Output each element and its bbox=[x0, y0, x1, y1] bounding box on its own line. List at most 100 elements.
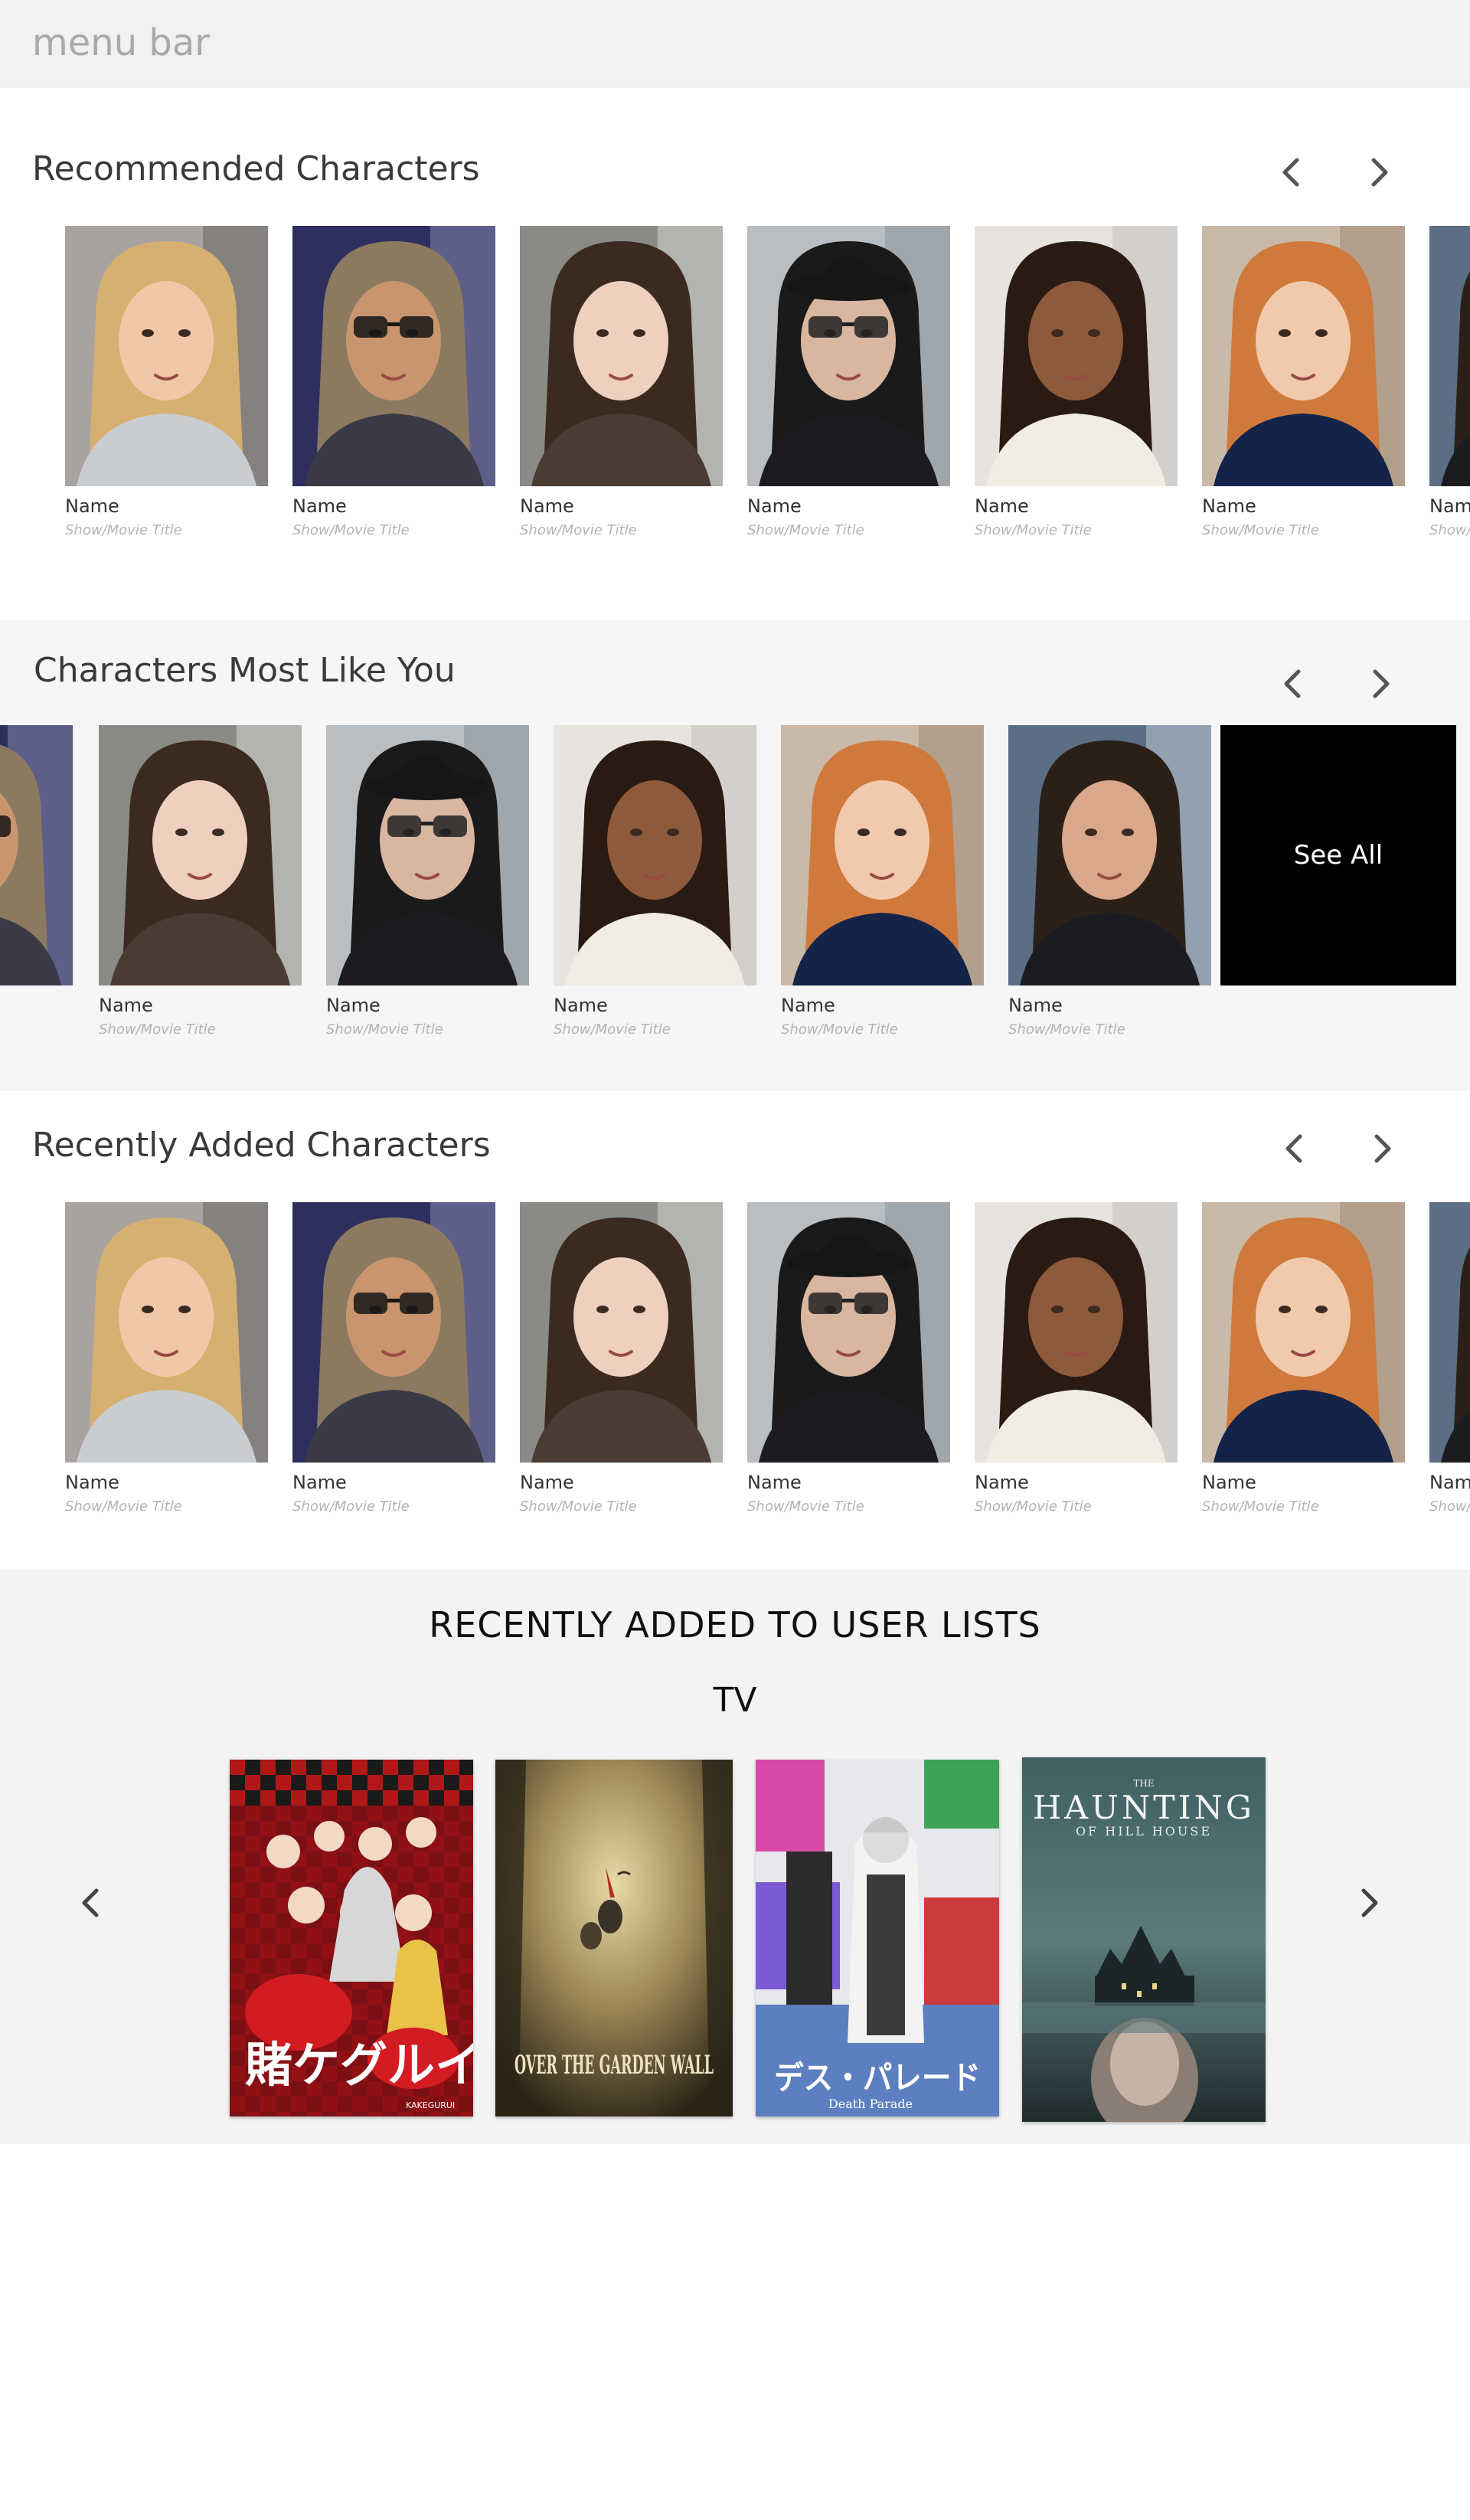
character-portrait bbox=[1429, 226, 1470, 486]
character-show-title: Show/Movie Title bbox=[292, 522, 410, 538]
poster-over-the-garden-wall[interactable]: OVER THE GARDEN WALL bbox=[495, 1760, 733, 2116]
svg-text:Death Parade: Death Parade bbox=[828, 2097, 913, 2111]
chevron-right-icon bbox=[1373, 669, 1390, 698]
character-portrait bbox=[520, 226, 723, 486]
character-name: Name bbox=[554, 995, 608, 1016]
character-show-title: Show/Movie Title bbox=[1202, 1499, 1319, 1515]
character-portrait bbox=[1202, 1202, 1405, 1463]
character-show-title: Show/Movie Title bbox=[1008, 1021, 1125, 1038]
character-portrait bbox=[747, 226, 950, 486]
character-show-title: Show/Movie Title bbox=[326, 1021, 443, 1038]
character-portrait bbox=[975, 226, 1178, 486]
character-name: Name bbox=[747, 495, 802, 517]
character-show-title: Show/Movie Title bbox=[554, 1021, 671, 1038]
carousel-prev-button[interactable] bbox=[1269, 149, 1315, 195]
character-name: Name bbox=[65, 495, 119, 517]
character-show-title: Show/Movie Title bbox=[747, 522, 864, 538]
carousel-prev-button[interactable] bbox=[69, 1880, 115, 1926]
character-portrait bbox=[326, 725, 529, 985]
character-name: Name bbox=[326, 995, 381, 1016]
character-portrait bbox=[1008, 725, 1211, 985]
character-portrait bbox=[292, 226, 495, 486]
character-name: Name bbox=[1008, 995, 1063, 1016]
character-show-title: Show/Movie Title bbox=[1429, 522, 1470, 538]
character-portrait bbox=[554, 725, 756, 985]
character-name: Name bbox=[1429, 1472, 1470, 1493]
character-name: Name bbox=[292, 1472, 347, 1493]
character-portrait bbox=[99, 725, 302, 985]
poster-kakegurui-art: 賭ケグルイ KAKEGURUI bbox=[230, 1760, 473, 2116]
menu-bar: menu bar bbox=[0, 0, 1470, 88]
chevron-left-icon bbox=[1285, 1134, 1302, 1163]
character-show-title: Show/Movie Title bbox=[99, 1021, 216, 1038]
carousel-prev-button[interactable] bbox=[1272, 1126, 1318, 1172]
svg-text:OVER THE GARDEN WALL: OVER THE GARDEN WALL bbox=[514, 2050, 714, 2080]
svg-text:デス・パレード: デス・パレード bbox=[774, 2059, 981, 2097]
character-show-title: Show/Movie Title bbox=[292, 1499, 410, 1515]
section-title: Recently Added Characters bbox=[32, 1126, 491, 1165]
character-portrait bbox=[65, 1202, 268, 1463]
character-name: Name bbox=[747, 1472, 802, 1493]
character-name: Name bbox=[520, 1472, 574, 1493]
poster-kakegurui[interactable]: 賭ケグルイ KAKEGURUI bbox=[230, 1760, 473, 2116]
character-portrait bbox=[65, 226, 268, 486]
character-show-title: Show/Movie Title bbox=[65, 522, 182, 538]
character-name: Name bbox=[65, 1472, 119, 1493]
svg-text:賭ケグルイ: 賭ケグルイ bbox=[245, 2037, 473, 2093]
svg-text:OF HILL HOUSE: OF HILL HOUSE bbox=[1076, 1824, 1212, 1839]
chevron-right-icon bbox=[1361, 1888, 1378, 1917]
character-name: Name bbox=[1202, 495, 1256, 517]
most-like-you-section: Characters Most Like You Name Show/Movie … bbox=[0, 620, 1470, 1091]
character-portrait bbox=[520, 1202, 723, 1463]
character-name: Name bbox=[99, 995, 153, 1016]
character-show-title: Show/Movie Title bbox=[65, 1499, 182, 1515]
chevron-left-icon bbox=[1282, 158, 1299, 187]
character-name: Name bbox=[1202, 1472, 1256, 1493]
character-portrait bbox=[975, 1202, 1178, 1463]
character-show-title: Show/Movie Title bbox=[1202, 522, 1319, 538]
character-row: Name Show/Movie Title Name Show/Movie Titl… bbox=[0, 1202, 1470, 1554]
character-show-title: Show/Movie Title bbox=[1429, 1499, 1470, 1515]
svg-text:HAUNTING: HAUNTING bbox=[1033, 1789, 1255, 1826]
poster-death-parade-art: デス・パレード Death Parade bbox=[756, 1760, 999, 2116]
svg-text:KAKEGURUI: KAKEGURUI bbox=[406, 2100, 455, 2110]
recently-added-section: Recently Added Characters Name Show/Movie… bbox=[0, 1091, 1470, 1570]
character-portrait-partial[interactable] bbox=[0, 725, 73, 985]
character-name: Name bbox=[1429, 495, 1470, 517]
carousel-next-button[interactable] bbox=[1357, 661, 1403, 707]
character-name: Name bbox=[520, 495, 574, 517]
character-show-title: Show/Movie Title bbox=[975, 1499, 1092, 1515]
character-name: Name bbox=[975, 1472, 1029, 1493]
poster-garden-wall-art: OVER THE GARDEN WALL bbox=[495, 1760, 733, 2116]
character-show-title: Show/Movie Title bbox=[520, 522, 637, 538]
character-name: Name bbox=[292, 495, 347, 517]
poster-haunting-of-hill-house[interactable]: THE HAUNTING OF HILL HOUSE bbox=[1022, 1757, 1266, 2122]
character-name: Name bbox=[975, 495, 1029, 517]
character-row: Name Show/Movie Title Name Show/Movie Titl… bbox=[0, 226, 1470, 578]
character-show-title: Show/Movie Title bbox=[520, 1499, 637, 1515]
character-portrait bbox=[292, 1202, 495, 1463]
recommended-characters-section: Recommended Characters Name Show/Movie Ti… bbox=[0, 88, 1470, 620]
user-lists-title: RECENTLY ADDED TO USER LISTS bbox=[429, 1604, 1041, 1646]
carousel-next-button[interactable] bbox=[1358, 1126, 1404, 1172]
chevron-right-icon bbox=[1371, 158, 1388, 187]
character-show-title: Show/Movie Title bbox=[975, 522, 1092, 538]
character-show-title: Show/Movie Title bbox=[781, 1021, 898, 1038]
carousel-prev-button[interactable] bbox=[1271, 661, 1317, 707]
character-portrait bbox=[1429, 1202, 1470, 1463]
menu-bar-label: menu bar bbox=[32, 21, 211, 64]
see-all-button[interactable]: See All bbox=[1220, 725, 1456, 985]
user-lists-category: TV bbox=[713, 1681, 757, 1720]
character-portrait bbox=[781, 725, 984, 985]
carousel-next-button[interactable] bbox=[1355, 149, 1401, 195]
character-name: Name bbox=[781, 995, 835, 1016]
section-title: Recommended Characters bbox=[32, 149, 480, 188]
character-show-title: Show/Movie Title bbox=[747, 1499, 864, 1515]
character-portrait bbox=[747, 1202, 950, 1463]
poster-haunting-art: THE HAUNTING OF HILL HOUSE bbox=[1022, 1757, 1266, 2122]
poster-death-parade[interactable]: デス・パレード Death Parade bbox=[756, 1760, 999, 2116]
character-portrait bbox=[1202, 226, 1405, 486]
section-title: Characters Most Like You bbox=[34, 651, 456, 690]
chevron-left-icon bbox=[82, 1888, 99, 1917]
carousel-next-button[interactable] bbox=[1345, 1880, 1391, 1926]
